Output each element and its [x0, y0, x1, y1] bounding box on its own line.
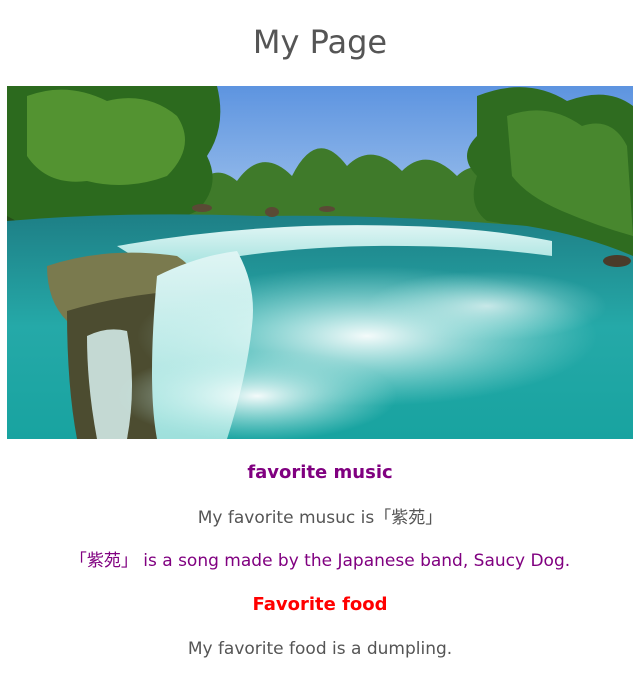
food-text: My favorite food is a dumpling. — [187, 639, 453, 659]
food-heading: Favorite food — [252, 594, 388, 615]
waterfall-photo — [7, 86, 633, 439]
music-heading: favorite music — [247, 462, 393, 483]
music-description: 「紫苑」 is a song made by the Japanese band… — [69, 551, 571, 571]
music-text: My favorite musuc is「紫苑」 — [197, 508, 443, 528]
page-title: My Page — [252, 23, 388, 61]
